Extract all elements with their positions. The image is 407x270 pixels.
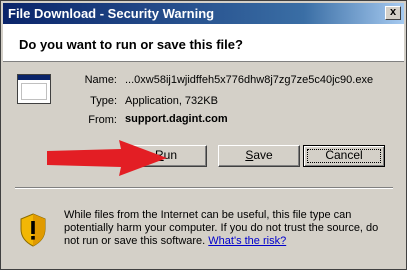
title-bar[interactable]: File Download - Security Warning x	[3, 3, 404, 24]
security-shield-icon	[20, 213, 46, 247]
save-label: ave	[253, 148, 273, 162]
security-warning-dialog: File Download - Security Warning x Do yo…	[0, 0, 407, 270]
cancel-button[interactable]: Cancel	[303, 145, 385, 167]
dialog-question: Do you want to run or save this file?	[19, 37, 243, 52]
header-panel: Do you want to run or save this file?	[3, 24, 404, 62]
warning-message: While files from the Internet can be use…	[64, 209, 394, 248]
application-window-icon	[17, 74, 51, 104]
save-button[interactable]: Save	[218, 145, 300, 167]
name-value: ...0xw58ij1wjidffeh5x776dhw8j7zg7ze5c40j…	[125, 74, 374, 86]
close-icon: x	[389, 6, 397, 18]
from-value: support.dagint.com	[125, 113, 228, 125]
red-arrow-icon	[47, 140, 167, 176]
name-label: Name:	[84, 74, 117, 86]
type-value: Application, 732KB	[125, 95, 218, 107]
from-label: From:	[88, 114, 117, 126]
window-title: File Download - Security Warning	[8, 6, 215, 21]
close-button[interactable]: x	[385, 6, 401, 20]
type-label: Type:	[90, 95, 117, 107]
whats-the-risk-link[interactable]: What's the risk?	[208, 235, 286, 247]
